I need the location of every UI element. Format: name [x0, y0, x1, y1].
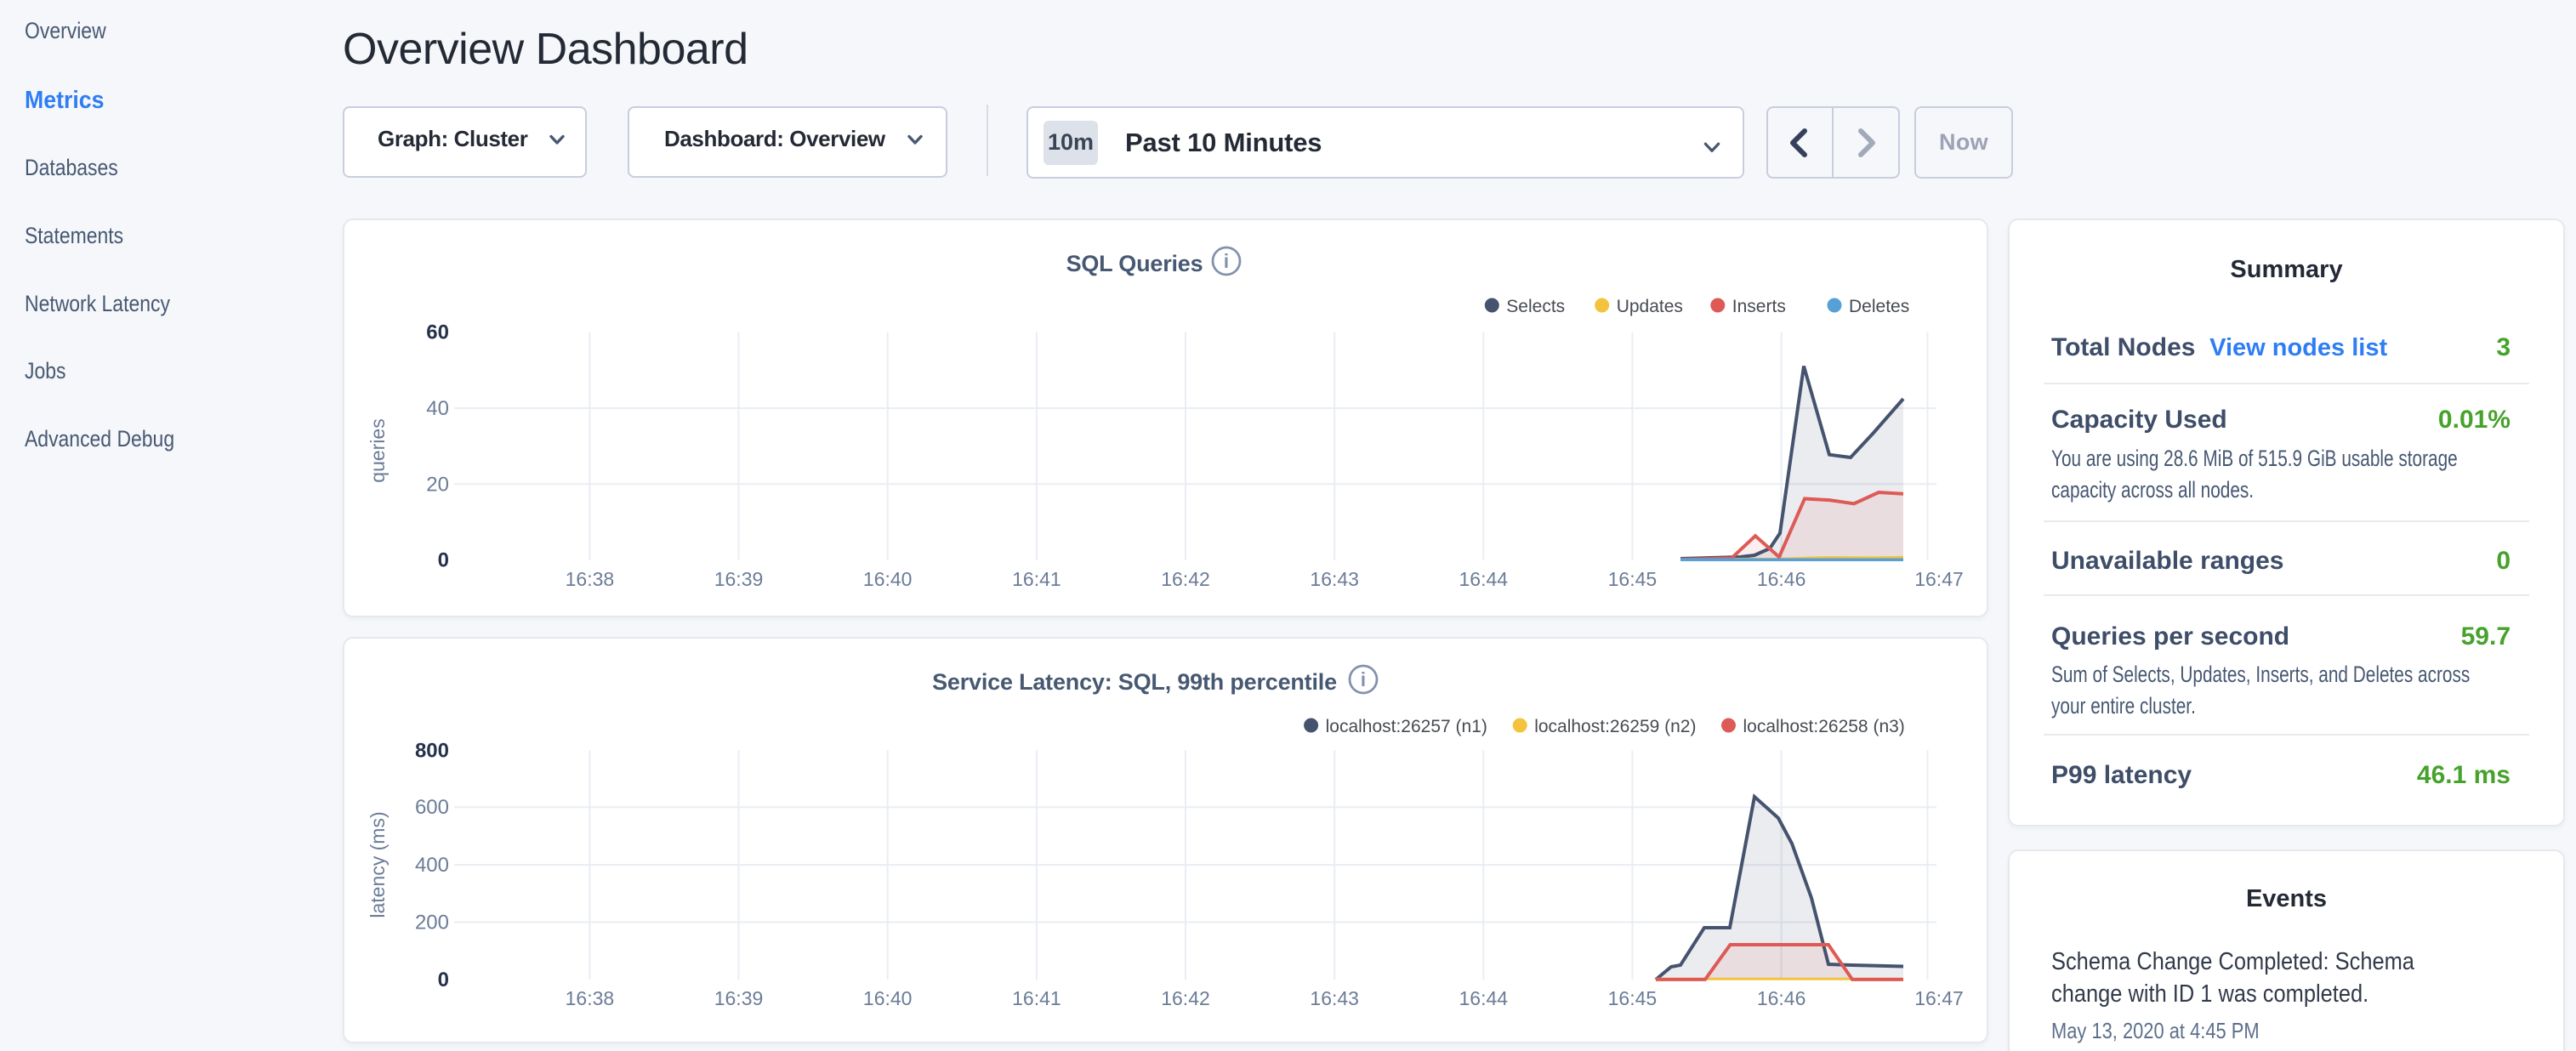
svg-text:Service Latency: SQL, 99th per: Service Latency: SQL, 99th percentile	[932, 669, 1337, 695]
svg-text:20: 20	[426, 473, 449, 496]
svg-text:16:38: 16:38	[566, 987, 615, 1009]
svg-text:latency (ms): latency (ms)	[367, 811, 389, 917]
svg-text:16:44: 16:44	[1459, 568, 1509, 590]
svg-text:localhost:26259 (n2): localhost:26259 (n2)	[1534, 717, 1696, 736]
svg-text:16:42: 16:42	[1161, 987, 1210, 1009]
svg-text:16:46: 16:46	[1757, 568, 1806, 590]
svg-text:Selects: Selects	[1506, 297, 1565, 316]
svg-text:16:38: 16:38	[566, 568, 615, 590]
svg-text:localhost:26258 (n3): localhost:26258 (n3)	[1743, 717, 1905, 736]
svg-text:Inserts: Inserts	[1732, 297, 1786, 316]
svg-text:16:41: 16:41	[1012, 987, 1061, 1009]
svg-text:i: i	[1361, 668, 1366, 690]
svg-text:16:39: 16:39	[714, 568, 764, 590]
svg-text:queries: queries	[367, 418, 389, 482]
svg-text:localhost:26257 (n1): localhost:26257 (n1)	[1326, 717, 1487, 736]
svg-text:16:42: 16:42	[1161, 568, 1210, 590]
svg-text:SQL Queries: SQL Queries	[1066, 251, 1203, 276]
svg-text:16:46: 16:46	[1757, 987, 1806, 1009]
svg-text:600: 600	[415, 796, 449, 819]
svg-text:16:45: 16:45	[1608, 987, 1658, 1009]
svg-text:16:45: 16:45	[1608, 568, 1658, 590]
svg-text:40: 40	[426, 397, 449, 420]
svg-text:200: 200	[415, 912, 449, 935]
svg-text:16:47: 16:47	[1914, 568, 1964, 590]
svg-text:16:43: 16:43	[1310, 987, 1359, 1009]
svg-text:Deletes: Deletes	[1849, 297, 1909, 316]
svg-text:Updates: Updates	[1617, 297, 1683, 316]
svg-text:16:41: 16:41	[1012, 568, 1061, 590]
svg-text:60: 60	[426, 321, 449, 344]
svg-text:0: 0	[438, 969, 449, 991]
svg-text:400: 400	[415, 854, 449, 877]
svg-text:16:40: 16:40	[863, 987, 913, 1009]
svg-text:800: 800	[415, 740, 449, 763]
svg-text:16:40: 16:40	[863, 568, 913, 590]
svg-text:0: 0	[438, 549, 449, 572]
svg-text:16:47: 16:47	[1914, 987, 1964, 1009]
svg-text:16:44: 16:44	[1459, 987, 1509, 1009]
svg-text:16:43: 16:43	[1310, 568, 1359, 590]
svg-text:16:39: 16:39	[714, 987, 764, 1009]
svg-text:i: i	[1224, 250, 1229, 272]
